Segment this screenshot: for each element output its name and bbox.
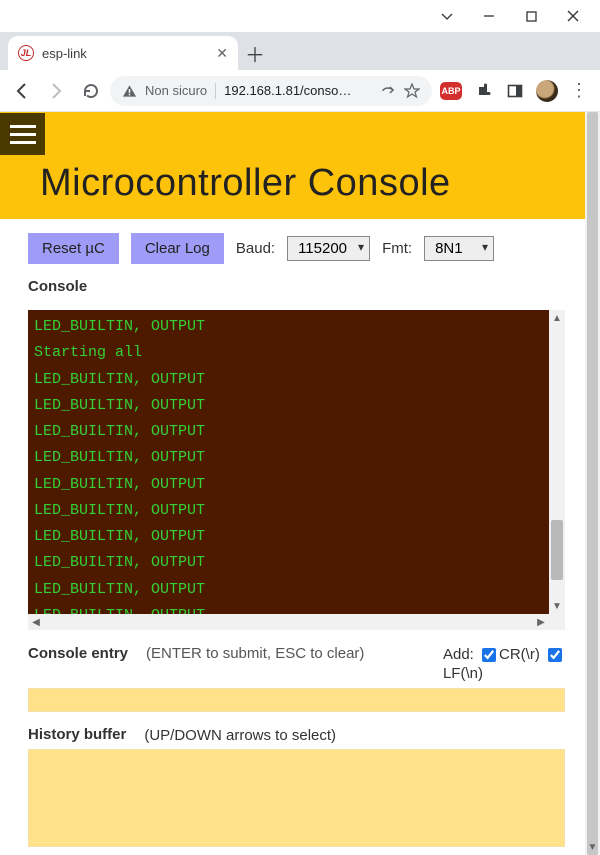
- browser-tabstrip: JL esp-link ✕ ＋: [0, 32, 600, 70]
- lf-label: LF(\n): [443, 665, 483, 682]
- fmt-select[interactable]: 8N1: [424, 236, 494, 261]
- console-output-wrap: LED_BUILTIN, OUTPUT Starting all LED_BUI…: [28, 310, 565, 630]
- baud-select[interactable]: 115200: [287, 236, 370, 261]
- hamburger-menu-button[interactable]: [0, 113, 45, 155]
- scrollbar-thumb[interactable]: [587, 112, 598, 855]
- console-scroll-right-arrow[interactable]: ▶: [533, 614, 549, 630]
- window-close-button[interactable]: [552, 2, 594, 30]
- console-output[interactable]: LED_BUILTIN, OUTPUT Starting all LED_BUI…: [28, 310, 565, 630]
- cr-label: CR(\r): [499, 646, 540, 663]
- history-buffer-box[interactable]: [28, 749, 565, 847]
- window-dropdown-button[interactable]: [426, 2, 468, 30]
- clear-log-button[interactable]: Clear Log: [131, 233, 224, 264]
- browser-tab-active[interactable]: JL esp-link ✕: [8, 36, 238, 70]
- sidepanel-icon[interactable]: [502, 78, 528, 104]
- page-title: Microcontroller Console: [0, 156, 585, 219]
- cr-checkbox[interactable]: [482, 648, 496, 662]
- page-vertical-scrollbar[interactable]: ▲ ▼: [585, 112, 600, 855]
- tab-title: esp-link: [42, 46, 208, 61]
- extensions-icon[interactable]: [470, 78, 496, 104]
- window-maximize-button[interactable]: [510, 2, 552, 30]
- console-scroll-thumb[interactable]: [551, 520, 563, 580]
- console-vertical-scrollbar[interactable]: ▲ ▼: [549, 310, 565, 614]
- browser-menu-button[interactable]: ⋮: [566, 78, 592, 104]
- warning-icon: [122, 84, 137, 98]
- history-buffer-label: History buffer: [28, 726, 126, 743]
- new-tab-button[interactable]: ＋: [238, 36, 272, 70]
- console-scroll-up-arrow[interactable]: ▲: [549, 310, 565, 326]
- favicon-icon: JL: [18, 45, 34, 61]
- console-entry-input[interactable]: [28, 688, 565, 712]
- security-label: Non sicuro: [145, 83, 207, 98]
- reset-button[interactable]: Reset µC: [28, 233, 119, 264]
- console-entry-hint: (ENTER to submit, ESC to clear): [146, 645, 425, 662]
- nav-forward-button[interactable]: [42, 77, 70, 105]
- tab-close-icon[interactable]: ✕: [216, 45, 228, 62]
- baud-label: Baud:: [236, 240, 275, 257]
- profile-avatar[interactable]: [534, 78, 560, 104]
- console-scroll-down-arrow[interactable]: ▼: [549, 598, 565, 614]
- console-section-label: Console: [28, 278, 565, 295]
- page-header: Microcontroller Console: [0, 112, 585, 219]
- window-minimize-button[interactable]: [468, 2, 510, 30]
- add-label: Add:: [443, 646, 474, 663]
- console-horizontal-scrollbar[interactable]: ◀ ▶: [28, 614, 549, 630]
- bookmark-star-icon[interactable]: [404, 83, 420, 99]
- console-scroll-left-arrow[interactable]: ◀: [28, 614, 44, 630]
- omnibox-separator: [215, 83, 216, 99]
- page-viewport: ▲ ▼ Microcontroller Console Reset µC Cle…: [0, 112, 600, 855]
- window-titlebar: [0, 0, 600, 32]
- history-buffer-hint: (UP/DOWN arrows to select): [144, 727, 336, 744]
- nav-back-button[interactable]: [8, 77, 36, 105]
- abp-extension-icon[interactable]: ABP: [438, 78, 464, 104]
- console-entry-label: Console entry: [28, 645, 128, 662]
- url-text: 192.168.1.81/conso…: [224, 83, 372, 98]
- scrollbar-down-arrow[interactable]: ▼: [585, 840, 600, 855]
- share-icon[interactable]: [380, 83, 396, 99]
- nav-reload-button[interactable]: [76, 77, 104, 105]
- address-bar[interactable]: Non sicuro 192.168.1.81/conso…: [110, 76, 432, 106]
- browser-toolbar: Non sicuro 192.168.1.81/conso… ABP ⋮: [0, 70, 600, 112]
- fmt-label: Fmt:: [382, 240, 412, 257]
- lf-checkbox[interactable]: [548, 648, 562, 662]
- console-scroll-corner: [549, 614, 565, 630]
- page-content: Reset µC Clear Log Baud: 115200 Fmt: 8N1…: [0, 219, 585, 847]
